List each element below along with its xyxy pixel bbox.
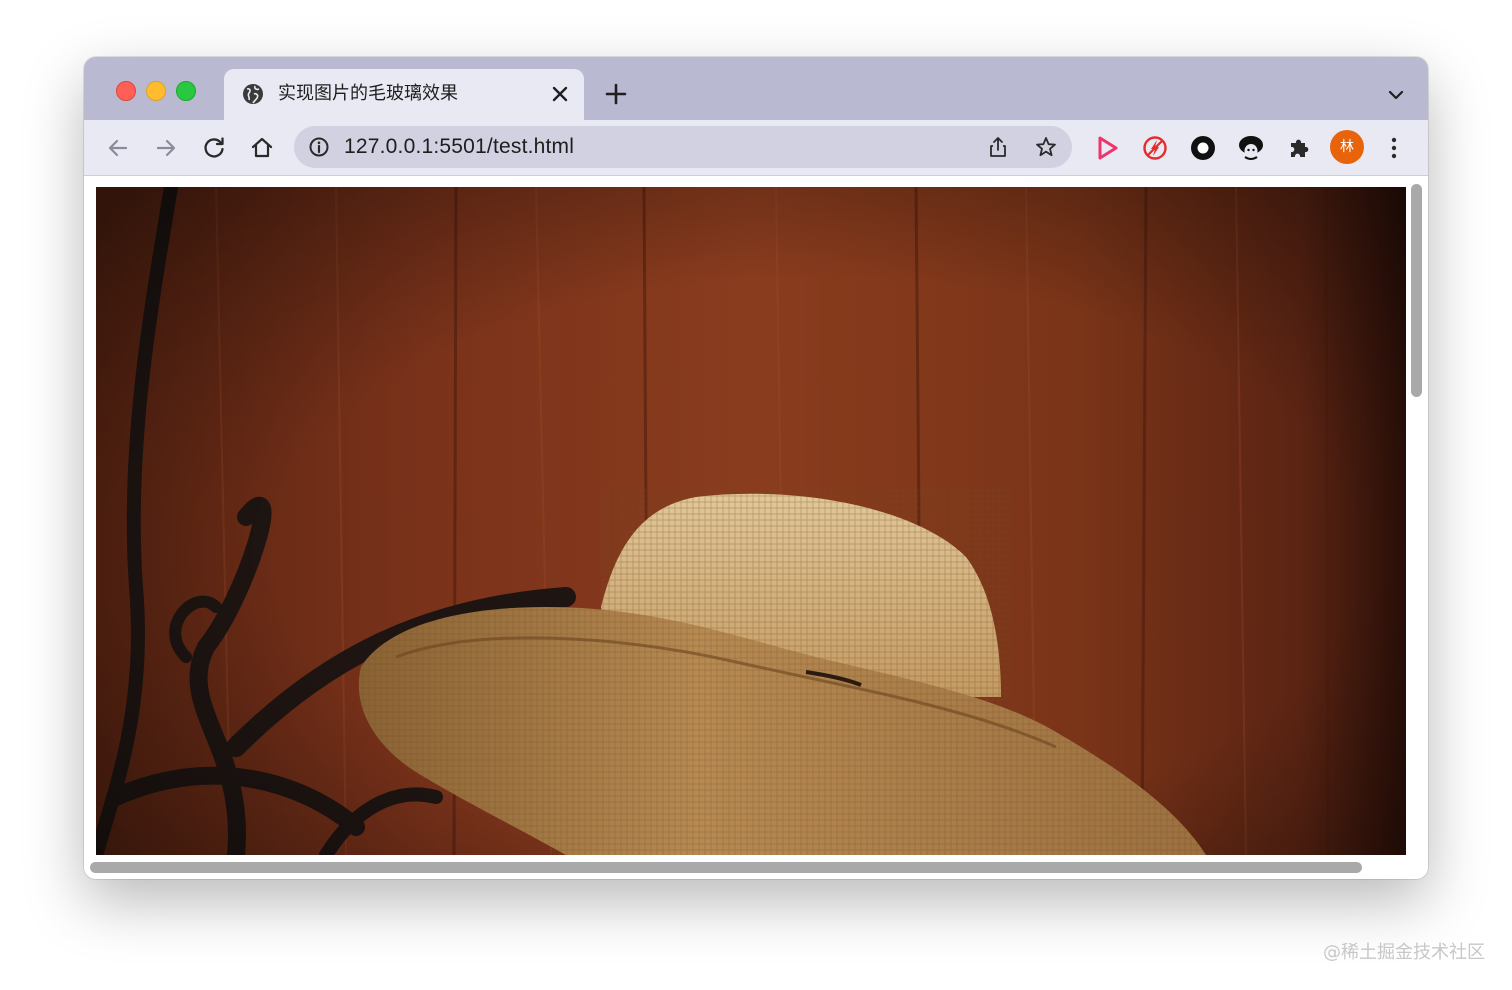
back-arrow-icon[interactable] bbox=[104, 134, 132, 162]
new-tab-button[interactable] bbox=[604, 82, 628, 106]
photo-illustration bbox=[96, 187, 1406, 855]
close-window-button[interactable] bbox=[116, 81, 136, 101]
puzzle-icon[interactable] bbox=[1284, 133, 1314, 163]
horizontal-scrollbar[interactable] bbox=[90, 862, 1362, 873]
browser-window: 实现图片的毛玻璃效果 127.0.0.1:5501/test.html 林 bbox=[84, 57, 1428, 879]
url-text[interactable]: 127.0.0.1:5501/test.html bbox=[344, 136, 574, 158]
tab-active[interactable]: 实现图片的毛玻璃效果 bbox=[224, 69, 584, 120]
face-extension-icon[interactable] bbox=[1236, 133, 1266, 163]
flash-blocker-extension-icon[interactable] bbox=[1140, 133, 1170, 163]
woman-in-straw-hat-photo bbox=[96, 187, 1406, 855]
address-bar[interactable]: 127.0.0.1:5501/test.html bbox=[294, 126, 1072, 168]
watermark: @稀土掘金技术社区 bbox=[1323, 942, 1485, 963]
minimize-window-button[interactable] bbox=[146, 81, 166, 101]
vertical-scrollbar[interactable] bbox=[1411, 184, 1422, 397]
avatar[interactable]: 林 bbox=[1330, 130, 1364, 164]
forward-arrow-icon[interactable] bbox=[152, 134, 180, 162]
toolbar: 127.0.0.1:5501/test.html 林 bbox=[84, 120, 1428, 176]
globe-icon bbox=[243, 84, 263, 104]
info-icon[interactable] bbox=[308, 136, 330, 158]
page-viewport bbox=[84, 176, 1428, 879]
ring-extension-icon[interactable] bbox=[1188, 133, 1218, 163]
close-tab-icon[interactable] bbox=[550, 84, 570, 104]
play-extension-icon[interactable] bbox=[1092, 133, 1122, 163]
share-icon[interactable] bbox=[986, 135, 1010, 159]
reload-icon[interactable] bbox=[200, 134, 228, 162]
chevron-down-icon[interactable] bbox=[1386, 85, 1406, 105]
tab-strip: 实现图片的毛玻璃效果 bbox=[84, 57, 1428, 120]
tab-title: 实现图片的毛玻璃效果 bbox=[278, 83, 458, 104]
zoom-window-button[interactable] bbox=[176, 81, 196, 101]
more-menu-icon[interactable] bbox=[1384, 133, 1404, 163]
home-icon[interactable] bbox=[248, 134, 276, 162]
star-icon[interactable] bbox=[1034, 135, 1058, 159]
